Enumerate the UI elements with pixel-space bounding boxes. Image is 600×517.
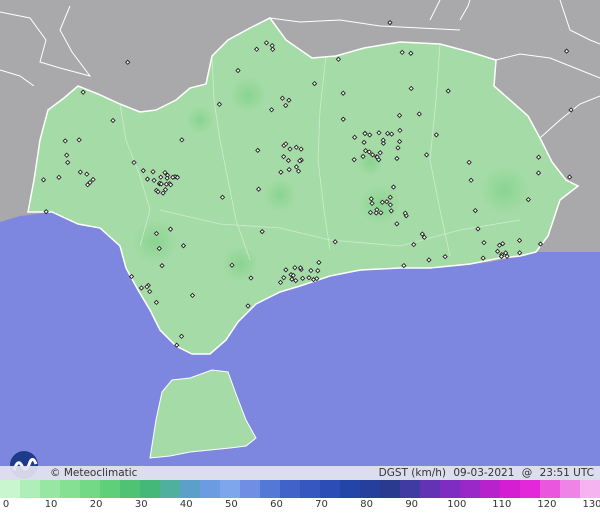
scale-swatch: [60, 480, 80, 498]
variable-label: DGST (km/h): [378, 467, 447, 479]
scale-swatch: [360, 480, 380, 498]
scale-swatch: [380, 480, 400, 498]
scale-swatch: [320, 480, 340, 498]
scale-tick-label: 110: [492, 499, 512, 510]
scale-tick-label: 130: [582, 499, 600, 510]
scale-tick-label: 70: [315, 499, 328, 510]
scale-tick-label: 50: [225, 499, 238, 510]
scale-tick-label: 60: [270, 499, 283, 510]
timestamp: DGST (km/h) 09-03-2021 @ 23:51 UTC: [375, 466, 594, 480]
scale-tick-label: 100: [447, 499, 467, 510]
scale-swatch: [160, 480, 180, 498]
scale-tick-label: 10: [44, 499, 58, 510]
scale-tick-label: 0: [2, 499, 10, 510]
scale-swatch: [300, 480, 320, 498]
scale-ticks: 0 10 20 30 40 50 60 70 80 90 100 110 120 130: [0, 499, 600, 517]
scale-tick-label: 90: [405, 499, 419, 510]
scale-swatch: [0, 480, 20, 498]
wind-gust-map[interactable]: [0, 0, 600, 480]
scale-swatch: [520, 480, 540, 498]
scale-color-strip: [0, 480, 600, 498]
scale-swatch: [120, 480, 140, 498]
scale-swatch: [400, 480, 420, 498]
credit-text: © Meteoclimatic: [50, 467, 138, 479]
scale-swatch: [180, 480, 200, 498]
scale-swatch: [200, 480, 220, 498]
scale-swatch: [580, 480, 600, 498]
scale-tick-label: 80: [360, 499, 373, 510]
scale-swatch: [280, 480, 300, 498]
scale-swatch: [560, 480, 580, 498]
scale-swatch: [340, 480, 360, 498]
date-label: 09-03-2021: [453, 467, 515, 479]
at-label: @: [521, 467, 533, 479]
scale-swatch: [420, 480, 440, 498]
scale-swatch: [460, 480, 480, 498]
scale-swatch: [260, 480, 280, 498]
info-bar: © Meteoclimatic DGST (km/h) 09-03-2021 @…: [0, 466, 600, 480]
scale-swatch: [540, 480, 560, 498]
scale-swatch: [500, 480, 520, 498]
scale-swatch: [220, 480, 240, 498]
scale-swatch: [440, 480, 460, 498]
scale-tick-label: 120: [537, 499, 557, 510]
scale-tick-label: 30: [134, 499, 148, 510]
scale-swatch: [80, 480, 100, 498]
scale-tick-label: 20: [89, 499, 103, 510]
scale-swatch: [140, 480, 160, 498]
scale-swatch: [100, 480, 120, 498]
scale-swatch: [40, 480, 60, 498]
scale-swatch: [20, 480, 40, 498]
scale-tick-label: 40: [179, 499, 193, 510]
map-app: © Meteoclimatic DGST (km/h) 09-03-2021 @…: [0, 0, 600, 517]
color-scale-legend: 0 10 20 30 40 50 60 70 80 90 100 110 120 130: [0, 480, 600, 517]
time-label: 23:51 UTC: [539, 467, 594, 479]
scale-swatch: [240, 480, 260, 498]
scale-swatch: [480, 480, 500, 498]
